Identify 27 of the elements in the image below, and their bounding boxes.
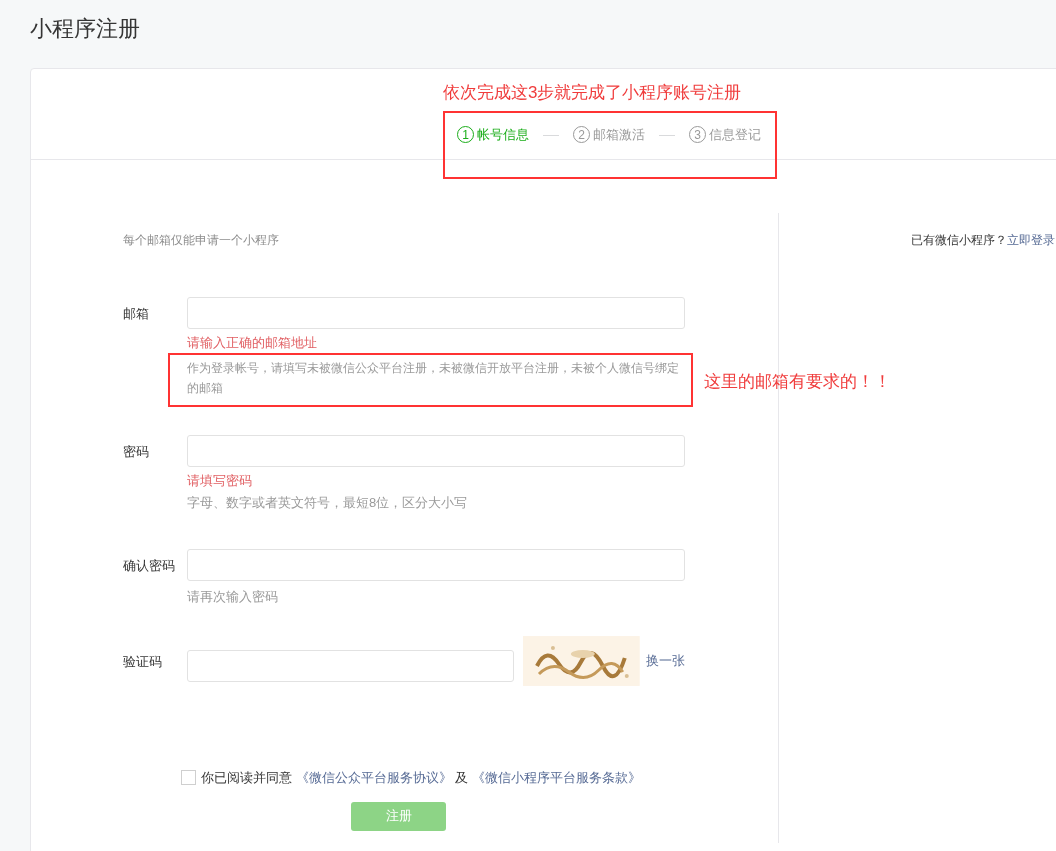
field-hint: 作为登录帐号，请填写未被微信公众平台注册，未被微信开放平台注册，未被个人微信号绑定的邮箱: [187, 360, 680, 397]
annotation-text: 这里的邮箱有要求的！！: [704, 371, 891, 393]
captcha-field[interactable]: [187, 649, 515, 682]
field-hint: 字母、数字或者英文符号，最短8位，区分大小写: [187, 494, 469, 512]
error-message: 请输入正确的邮箱地址: [187, 335, 318, 351]
agreement-text: 你已阅读并同意 《微信公众平台服务协议》 及 《微信小程序平台服务条款》: [201, 769, 641, 787]
field-label: 邮箱: [123, 305, 150, 323]
field-label: 密码: [123, 443, 150, 461]
terms-link[interactable]: 《微信小程序平台服务条款》: [471, 770, 641, 785]
field-hint: 请再次输入密码: [187, 588, 279, 606]
login-prompt: 已有微信小程序？立即登录: [911, 232, 1055, 249]
step-tab[interactable]: 2 邮箱激活: [573, 125, 645, 145]
input-field[interactable]: [187, 297, 685, 329]
step-tab[interactable]: 1 帐号信息: [457, 125, 529, 145]
input-field[interactable]: [187, 435, 685, 467]
notice-text: 每个邮箱仅能申请一个小程序: [123, 232, 280, 249]
error-message: 请填写密码: [187, 473, 253, 489]
terms-link[interactable]: 《微信公众平台服务协议》: [295, 770, 452, 785]
input-field[interactable]: [187, 549, 685, 581]
annotation-text: 依次完成这3步就完成了小程序账号注册: [443, 82, 742, 104]
step-tab[interactable]: 3 信息登记: [689, 125, 761, 145]
refresh-captcha-link[interactable]: 换一张: [646, 651, 685, 671]
field-label: 确认密码: [123, 557, 176, 575]
field-label: 验证码: [123, 653, 163, 671]
agree-checkbox[interactable]: [181, 770, 196, 786]
login-link[interactable]: 立即登录: [1007, 233, 1055, 247]
page-title: 小程序注册: [30, 15, 140, 43]
